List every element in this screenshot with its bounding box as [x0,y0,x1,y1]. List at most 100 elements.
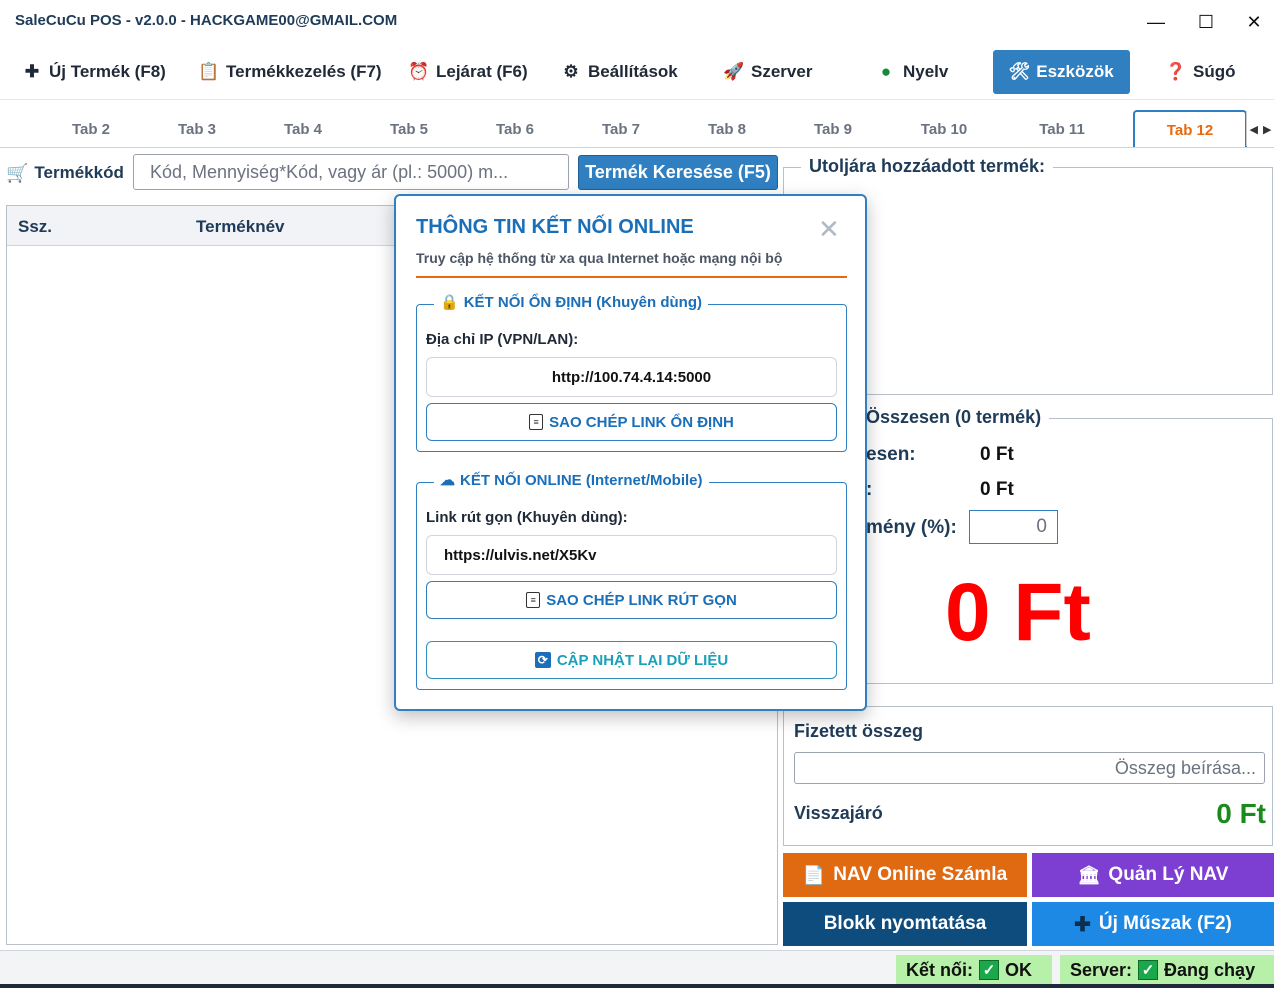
online-connection-group: ☁ KẾT NỐI ONLINE (Internet/Mobile) Link … [416,471,847,690]
tab-8[interactable]: Tab 8 [687,112,767,146]
product-search-button[interactable]: Termék Keresése (F5) [578,155,778,190]
dialog-subtitle: Truy cập hệ thống từ xa qua Internet hoặ… [416,250,783,266]
stable-connection-legend: 🔒 KẾT NỐI ỔN ĐỊNH (Khuyên dùng) [434,293,709,311]
rocket-icon: 🚀 [723,62,745,81]
question-icon: ❓ [1165,62,1187,81]
clipboard-icon: ≡ [529,414,544,430]
nav-online-invoice-button[interactable]: 📄 NAV Online Számla [783,853,1027,897]
check-icon: ✓ [1138,960,1159,980]
menu-help[interactable]: ❓ Súgó [1160,50,1242,94]
menu-language-label: Nyelv [903,62,949,81]
summary-title: Összesen (0 termék) [858,407,1050,428]
document-icon: 📄 [802,864,826,885]
close-icon[interactable]: ✕ [818,216,840,242]
tab-12[interactable]: Tab 12 [1133,110,1247,148]
tab-scroll-right-icon[interactable]: ▶ [1263,123,1271,136]
refresh-data-label: CẬP NHẬT LẠI DỮ LIỆU [556,651,729,669]
connection-status-value: OK [1005,959,1032,980]
tab-6[interactable]: Tab 6 [475,112,555,146]
plus-icon: ✚ [24,62,40,81]
copy-stable-link-button[interactable]: ≡ SAO CHÉP LINK ỔN ĐỊNH [426,403,837,441]
online-connection-legend-text: KẾT NỐI ONLINE (Internet/Mobile) [460,471,703,489]
nav-management-button[interactable]: 🏛 Quản Lý NAV [1032,853,1274,897]
menu-settings-label: Beállítások [588,62,678,81]
discount-input[interactable] [969,510,1058,544]
server-status-label: Server: [1070,959,1133,980]
last-added-title: Utoljára hozzáadott termék: [801,156,1054,177]
refresh-data-button[interactable]: ⟳ CẬP NHẬT LẠI DỮ LIỆU [426,641,837,679]
copy-short-link-button[interactable]: ≡ SAO CHÉP LINK RÚT GỌN [426,581,837,619]
tax-value: 0 Ft [980,479,1014,500]
tab-7[interactable]: Tab 7 [581,112,661,146]
menu-server-label: Szerver [751,62,813,81]
connection-status-badge: Kết nối: ✓ OK [896,955,1052,985]
gear-icon: ⚙ [563,62,579,81]
menu-server[interactable]: 🚀 Szerver [718,50,818,94]
refresh-icon: ⟳ [534,652,551,668]
cloud-icon: ☁ [440,472,455,489]
tab-strip: Tab 2 Tab 3 Tab 4 Tab 5 Tab 6 Tab 7 Tab … [0,108,1274,148]
dialog-divider [416,276,847,278]
bank-icon: 🏛 [1077,864,1101,885]
online-connection-dialog: THÔNG TIN KẾT NỐI ONLINE ✕ Truy cập hệ t… [394,194,867,711]
change-value: 0 Ft [1216,798,1266,829]
menu-tools[interactable]: 🛠 Eszközök [993,50,1130,94]
product-code-label: 🛒 Termékkód [6,160,124,186]
short-link-field[interactable] [426,535,837,575]
nav-management-label: Quản Lý NAV [1108,864,1229,885]
menu-language[interactable]: ● Nyelv [870,50,954,94]
clipboard-icon: ≡ [526,592,541,608]
tab-2[interactable]: Tab 2 [51,112,131,146]
menu-settings[interactable]: ⚙ Beállítások [555,50,684,94]
nav-online-invoice-label: NAV Online Számla [833,864,1008,885]
tab-4[interactable]: Tab 4 [263,112,343,146]
close-button[interactable]: ✕ [1236,8,1272,36]
globe-icon: ● [880,62,892,81]
product-code-label-text: Termékkód [34,163,124,182]
grand-total: 0 Ft [945,567,1091,658]
ip-address-label: Địa chỉ IP (VPN/LAN): [426,331,579,348]
tab-11[interactable]: Tab 11 [1022,112,1102,146]
discount-label: mény (%): [866,517,957,538]
new-shift-button[interactable]: ✚ Új Műszak (F2) [1032,902,1274,946]
menu-expiry-label: Lejárat (F6) [436,62,528,81]
bottom-border [0,984,1274,988]
menu-tools-label: Eszközök [1036,62,1114,81]
menu-product-management-label: Termékkezelés (F7) [226,62,382,81]
menu-new-product[interactable]: ✚ Új Termék (F8) [16,50,172,94]
column-header-index[interactable]: Ssz. [18,217,52,237]
plus-icon: ✚ [1074,913,1091,936]
product-search-input[interactable] [133,154,569,190]
menu-expiry[interactable]: ⏰ Lejárat (F6) [403,50,534,94]
new-shift-label: Új Műszak (F2) [1098,913,1232,934]
cart-icon: 🛒 [6,162,29,183]
tools-icon: 🛠 [1008,62,1031,81]
menu-bar: ✚ Új Termék (F8) 📋 Termékkezelés (F7) ⏰ … [0,44,1274,100]
short-link-label: Link rút gọn (Khuyên dùng): [426,509,628,526]
tab-divider [0,147,1274,148]
tab-3[interactable]: Tab 3 [157,112,237,146]
tab-9[interactable]: Tab 9 [793,112,873,146]
check-icon: ✓ [979,960,999,980]
title-bar: SaleCuCu POS - v2.0.0 - HACKGAME00@GMAIL… [0,0,1274,44]
print-receipt-button[interactable]: Blokk nyomtatása [783,902,1027,946]
ip-address-field[interactable] [426,357,837,397]
tab-10[interactable]: Tab 10 [904,112,984,146]
minimize-button[interactable]: — [1138,8,1174,36]
subtotal-label: esen: [866,444,916,465]
maximize-button[interactable]: ☐ [1188,8,1224,36]
tab-5[interactable]: Tab 5 [369,112,449,146]
tab-scroll-left-icon[interactable]: ◀ [1250,123,1258,136]
connection-status-label: Kết nối: [906,959,973,980]
change-label: Visszajáró [794,803,883,823]
column-header-product-name[interactable]: Terméknév [196,217,285,237]
dialog-title: THÔNG TIN KẾT NỐI ONLINE [416,216,694,238]
menu-product-management[interactable]: 📋 Termékkezelés (F7) [193,50,388,94]
menu-help-label: Súgó [1193,62,1236,81]
print-receipt-label: Blokk nyomtatása [823,913,987,934]
copy-stable-link-label: SAO CHÉP LINK ỔN ĐỊNH [549,413,734,431]
subtotal-value: 0 Ft [980,444,1014,465]
paid-amount-input[interactable] [794,752,1265,784]
paid-amount-label: Fizetett összeg [794,721,924,741]
stable-connection-group: 🔒 KẾT NỐI ỔN ĐỊNH (Khuyên dùng) Địa chỉ … [416,293,847,452]
